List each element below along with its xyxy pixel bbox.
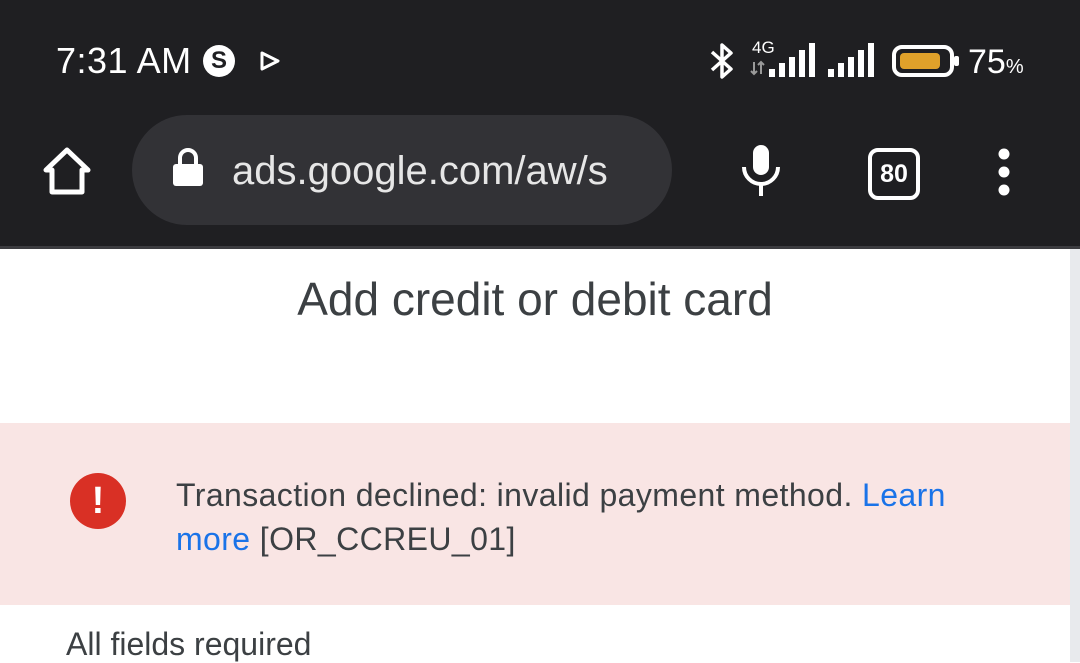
scrollbar-track — [1070, 249, 1080, 662]
error-banner: ! Transaction declined: invalid payment … — [0, 423, 1070, 605]
url-text[interactable]: ads.google.com/aw/s — [232, 149, 652, 194]
address-bar[interactable]: ads.google.com/aw/s — [132, 115, 672, 225]
s-app-icon: S — [203, 45, 235, 77]
required-fields-note: All fields required — [66, 626, 312, 662]
browser-toolbar: ads.google.com/aw/s 80 — [0, 115, 1080, 249]
tabs-button[interactable]: 80 — [868, 148, 920, 200]
play-icon — [260, 51, 280, 71]
battery-icon — [892, 45, 959, 77]
page-title: Add credit or debit card — [297, 273, 773, 325]
status-bar: 7:31 AM S 4G 75% — [0, 0, 1080, 120]
lock-icon[interactable] — [172, 147, 204, 187]
battery-percent-value: 75 — [968, 43, 1006, 81]
signal-icon — [828, 43, 874, 77]
data-arrows-icon — [750, 60, 765, 76]
home-icon[interactable] — [40, 144, 94, 198]
error-text: Transaction declined: invalid payment me… — [176, 477, 863, 513]
mic-icon[interactable] — [740, 143, 782, 199]
error-code: [OR_CCREU_01] — [250, 521, 516, 557]
status-time: 7:31 AM — [56, 40, 192, 81]
bluetooth-icon — [710, 43, 733, 79]
error-icon: ! — [70, 473, 126, 529]
battery-percent-unit: % — [1005, 56, 1024, 78]
more-vert-icon[interactable] — [994, 148, 1014, 196]
error-message: Transaction declined: invalid payment me… — [176, 473, 1016, 561]
battery-percent: 75% — [968, 43, 1024, 82]
signal-icon — [769, 43, 815, 77]
tab-count: 80 — [880, 160, 908, 188]
